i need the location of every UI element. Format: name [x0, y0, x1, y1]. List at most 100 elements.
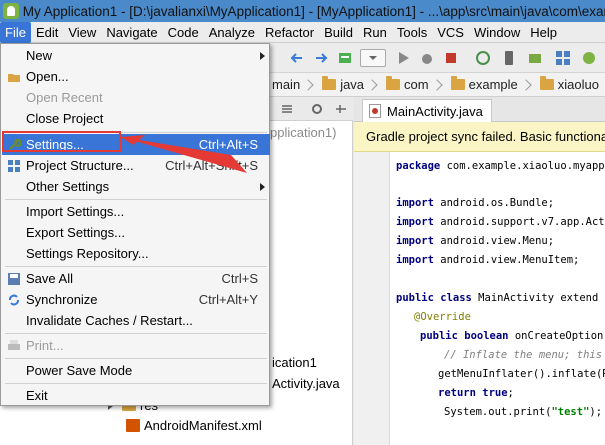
breadcrumb-example[interactable]: example: [450, 76, 518, 92]
tree-item[interactable]: ication1: [272, 355, 317, 370]
breadcrumb-java[interactable]: java: [322, 76, 365, 92]
gradle-sync-banner: Gradle project sync failed. Basic functi…: [354, 122, 605, 152]
code-text: com.example.xiaoluo.myappl: [440, 160, 605, 172]
breadcrumb-java-label: java: [340, 77, 365, 92]
menu-item-settings[interactable]: Settings... Ctrl+Alt+S: [2, 134, 270, 155]
menu-item-shortcut: Ctrl+S: [221, 271, 258, 286]
code-line: getMenuInflater().inflate(R.: [438, 368, 605, 380]
menu-item-label: Project Structure...: [26, 158, 134, 173]
menu-item-export-settings[interactable]: Export Settings...: [2, 222, 270, 243]
menu-analyze[interactable]: Analyze: [204, 22, 260, 43]
menu-item-other-settings[interactable]: Other Settings: [2, 176, 270, 197]
menu-item-shortcut: Ctrl+Alt+S: [198, 137, 258, 152]
code-keyword: package: [396, 160, 441, 172]
menu-item-exit[interactable]: Exit: [2, 385, 270, 406]
menu-item-label: Power Save Mode: [26, 363, 133, 378]
breadcrumb-xiaoluo[interactable]: xiaoluo: [539, 76, 599, 92]
debug-icon[interactable]: [418, 49, 436, 67]
code-comment: // Inflate the menu; this a: [444, 349, 605, 361]
menu-view[interactable]: View: [63, 22, 101, 43]
sync-icon[interactable]: [474, 49, 492, 67]
save-icon: [7, 271, 21, 285]
menu-item-invalidate-caches[interactable]: Invalidate Caches / Restart...: [2, 310, 270, 331]
editor-tabs: MainActivity.java: [354, 97, 605, 122]
menu-item-close-project[interactable]: Close Project: [2, 108, 270, 129]
menu-item-power-save-mode[interactable]: Power Save Mode: [2, 360, 270, 381]
menu-window[interactable]: Window: [469, 22, 525, 43]
code-text: );: [589, 406, 603, 418]
menu-item-open[interactable]: Open...: [2, 66, 270, 87]
menu-item-label: Other Settings: [26, 179, 110, 194]
breadcrumb-example-label: example: [468, 77, 518, 92]
forward-arrow-icon[interactable]: [312, 49, 330, 67]
menu-refactor[interactable]: Refactor: [260, 22, 319, 43]
menu-divider: [5, 383, 267, 384]
menu-navigate[interactable]: Navigate: [101, 22, 162, 43]
menu-item-import-settings[interactable]: Import Settings...: [2, 201, 270, 222]
menu-item-shortcut: Ctrl+Alt+Y: [198, 292, 258, 307]
menu-item-label: Settings...: [26, 137, 84, 152]
menu-bar: File Edit View Navigate Code Analyze Ref…: [0, 21, 605, 43]
menu-item-label: Settings Repository...: [26, 246, 149, 261]
tab-mainactivity[interactable]: MainActivity.java: [362, 99, 492, 122]
menu-item-save-all[interactable]: Save All Ctrl+S: [2, 268, 270, 289]
tree-item[interactable]: Activity.java: [272, 376, 340, 391]
code-keyword: import: [396, 254, 434, 266]
code-area[interactable]: package com.example.xiaoluo.myappl impor…: [396, 152, 605, 445]
sync-icon: [7, 292, 21, 306]
menu-item-open-recent[interactable]: Open Recent: [2, 87, 270, 108]
menu-file[interactable]: File: [0, 21, 31, 43]
menu-vcs[interactable]: VCS: [432, 22, 469, 43]
java-class-icon: [369, 104, 381, 118]
code-keyword: import: [396, 235, 434, 247]
menu-item-synchronize[interactable]: Synchronize Ctrl+Alt+Y: [2, 289, 270, 310]
menu-item-project-structure[interactable]: Project Structure... Ctrl+Alt+Shift+S: [2, 155, 270, 176]
menu-divider: [5, 132, 267, 133]
back-arrow-icon[interactable]: [288, 49, 306, 67]
code-line: // Inflate the menu; this a: [444, 349, 605, 361]
submenu-arrow-icon: [260, 183, 265, 191]
run-icon[interactable]: [394, 49, 412, 67]
code-text: onCreateOption: [508, 330, 604, 342]
code-text: MainActivity extend: [471, 292, 599, 304]
android-studio-icon: [3, 3, 19, 19]
stop-icon[interactable]: [442, 49, 460, 67]
tab-label: MainActivity.java: [387, 103, 483, 119]
run-config-dropdown[interactable]: [360, 49, 386, 67]
build-icon[interactable]: [336, 49, 354, 67]
menu-item-new[interactable]: New: [2, 45, 270, 66]
code-keyword: import: [396, 216, 434, 228]
android-monitor-icon[interactable]: [580, 49, 598, 67]
code-keyword: public class: [396, 292, 472, 304]
code-line: import android.view.Menu;: [396, 235, 554, 247]
menu-item-settings-repository[interactable]: Settings Repository...: [2, 243, 270, 264]
breadcrumb-main-label: main: [272, 77, 301, 92]
tree-item[interactable]: AndroidManifest.xml: [126, 418, 262, 433]
tree-item-label: AndroidManifest.xml: [144, 418, 262, 433]
menu-item-label: Invalidate Caches / Restart...: [26, 313, 193, 328]
menu-code[interactable]: Code: [163, 22, 204, 43]
code-line: public boolean onCreateOption: [420, 330, 603, 342]
menu-build[interactable]: Build: [319, 22, 358, 43]
window-title: My Application1 - [D:\javalianxi\MyAppli…: [22, 3, 605, 19]
menu-item-print[interactable]: Print...: [2, 335, 270, 356]
menu-tools[interactable]: Tools: [392, 22, 432, 43]
tree-item-label: ication1: [272, 355, 317, 370]
menu-edit[interactable]: Edit: [31, 22, 63, 43]
editor-gutter: [354, 152, 390, 445]
hide-panel-icon[interactable]: [334, 102, 348, 116]
gear-icon[interactable]: [310, 102, 324, 116]
code-annotation: @Override: [414, 311, 471, 323]
folder-icon: [386, 76, 401, 90]
breadcrumb-com[interactable]: com: [386, 76, 429, 92]
code-line: public class MainActivity extend: [396, 292, 598, 304]
code-text: android.support.v7.app.Acti: [433, 216, 605, 228]
sdk-manager-icon[interactable]: [526, 49, 544, 67]
code-keyword: public boolean: [420, 330, 509, 342]
layout-icon[interactable]: [280, 102, 294, 116]
menu-run[interactable]: Run: [358, 22, 392, 43]
breadcrumb-main[interactable]: main: [272, 77, 300, 92]
project-structure-icon[interactable]: [554, 49, 572, 67]
menu-help[interactable]: Help: [525, 22, 562, 43]
avd-manager-icon[interactable]: [500, 49, 518, 67]
